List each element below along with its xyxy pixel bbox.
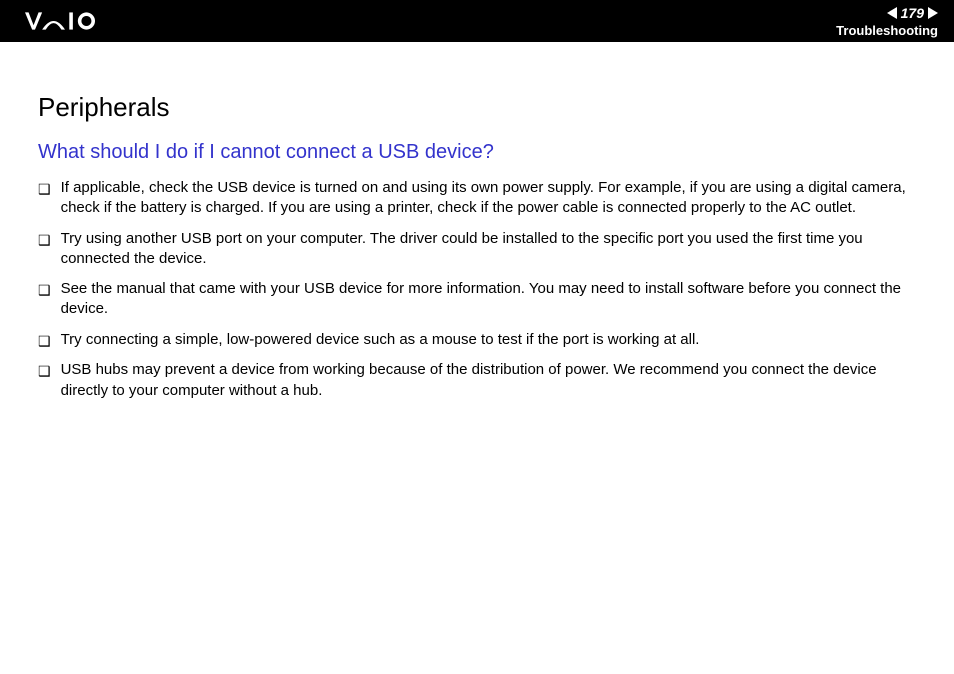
section-name: Troubleshooting (836, 23, 938, 38)
list-item: ❑ See the manual that came with your USB… (38, 279, 916, 320)
bullet-icon: ❑ (38, 180, 51, 199)
bullet-text: See the manual that came with your USB d… (61, 279, 916, 320)
bullet-list: ❑ If applicable, check the USB device is… (38, 178, 916, 401)
content-area: Peripherals What should I do if I cannot… (0, 42, 954, 431)
list-item: ❑ USB hubs may prevent a device from wor… (38, 360, 916, 401)
bullet-icon: ❑ (38, 231, 51, 250)
list-item: ❑ Try using another USB port on your com… (38, 229, 916, 270)
bullet-text: Try connecting a simple, low-powered dev… (61, 330, 916, 350)
list-item: ❑ If applicable, check the USB device is… (38, 178, 916, 219)
bullet-text: USB hubs may prevent a device from worki… (61, 360, 916, 401)
list-item: ❑ Try connecting a simple, low-powered d… (38, 330, 916, 351)
page-number: 179 (901, 5, 924, 21)
page-nav: 179 (887, 5, 938, 21)
next-page-arrow-icon[interactable] (928, 7, 938, 19)
header-right: 179 Troubleshooting (836, 5, 938, 38)
vaio-logo (20, 0, 130, 42)
bullet-text: If applicable, check the USB device is t… (61, 178, 916, 219)
bullet-text: Try using another USB port on your compu… (61, 229, 916, 270)
bullet-icon: ❑ (38, 332, 51, 351)
question-heading: What should I do if I cannot connect a U… (38, 141, 916, 164)
page-title: Peripherals (38, 92, 916, 123)
prev-page-arrow-icon[interactable] (887, 7, 897, 19)
header-bar: 179 Troubleshooting (0, 0, 954, 42)
bullet-icon: ❑ (38, 362, 51, 381)
bullet-icon: ❑ (38, 281, 51, 300)
